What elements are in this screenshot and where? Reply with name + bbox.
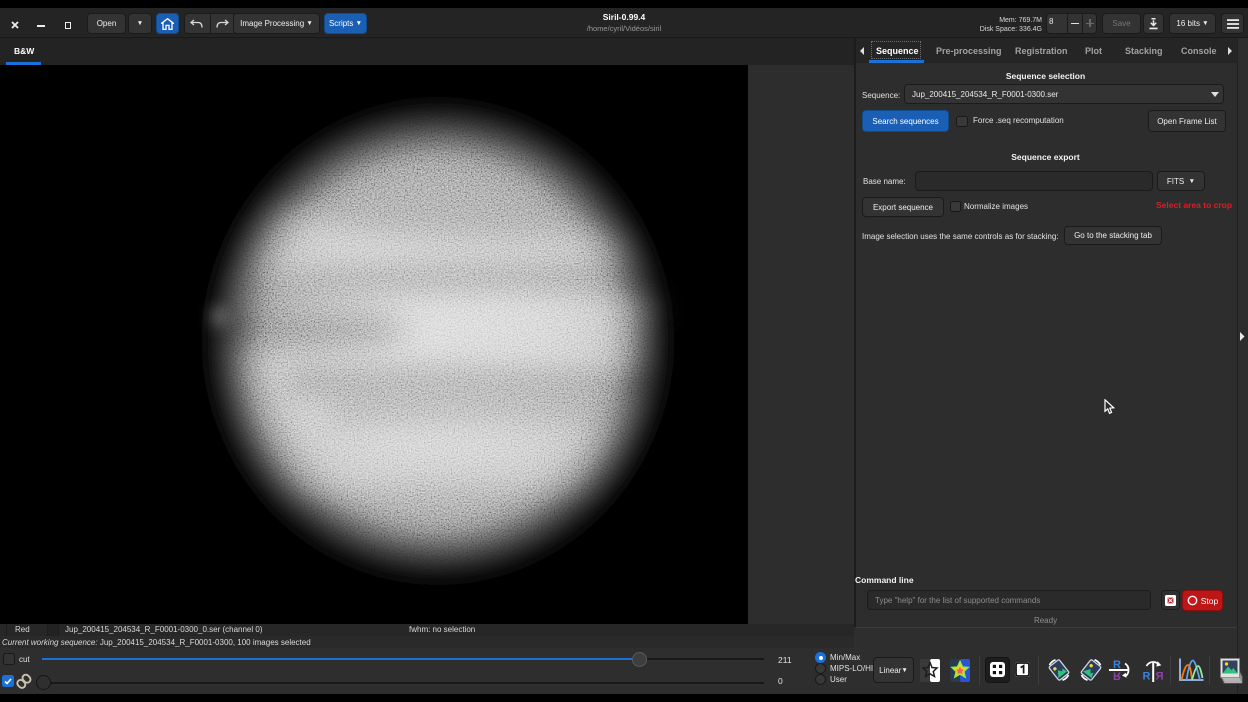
svg-text:R: R (1113, 670, 1121, 682)
svg-text:R: R (1143, 671, 1151, 683)
svg-text:R: R (1155, 671, 1163, 683)
